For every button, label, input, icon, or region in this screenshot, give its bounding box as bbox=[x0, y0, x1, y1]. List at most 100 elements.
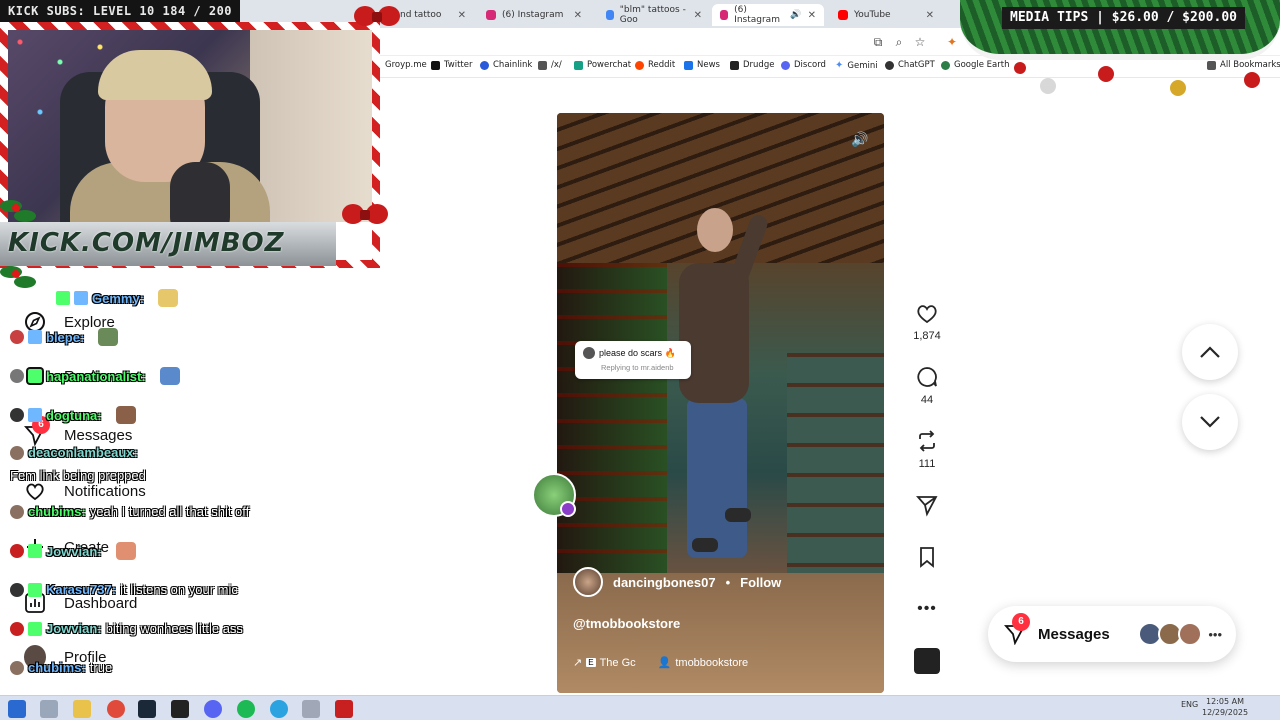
nav-notifications[interactable]: Notifications bbox=[24, 480, 146, 502]
tab-audio-icon[interactable]: 🔊 bbox=[790, 10, 801, 20]
follow-button[interactable]: Follow bbox=[740, 575, 781, 590]
discord-icon[interactable] bbox=[204, 700, 222, 718]
install-app-icon[interactable]: ⧉ bbox=[870, 34, 886, 50]
bookmark-item[interactable]: Drudge bbox=[730, 60, 774, 70]
telegram-icon[interactable] bbox=[270, 700, 288, 718]
bookmark-star-icon[interactable]: ☆ bbox=[912, 34, 928, 50]
chat-message: Karasu737: it listens on your mic bbox=[10, 582, 238, 597]
bookmark-item[interactable]: All Bookmarks bbox=[1207, 60, 1280, 70]
messages-count-badge: 6 bbox=[1012, 613, 1030, 631]
like-action[interactable]: 1,874 bbox=[912, 300, 942, 342]
next-reel-button[interactable] bbox=[1182, 394, 1238, 450]
bookmark-item[interactable]: Powerchat bbox=[574, 60, 631, 70]
youtube-favicon-icon bbox=[838, 10, 848, 20]
chat-emote bbox=[98, 328, 119, 346]
recent-chats: ••• bbox=[1138, 622, 1222, 646]
browser-tab-active[interactable]: (6) Instagram 🔊 ✕ bbox=[712, 4, 824, 26]
chat-username: Karasu737: bbox=[46, 582, 117, 597]
author-username[interactable]: dancingbones07 bbox=[613, 575, 716, 590]
steam-icon[interactable] bbox=[138, 700, 156, 718]
close-tab-icon[interactable]: ✕ bbox=[926, 10, 934, 21]
video-bookshelf bbox=[787, 353, 884, 593]
browser-tab[interactable]: YouTube ✕ bbox=[830, 4, 942, 26]
spotify-icon[interactable] bbox=[237, 700, 255, 718]
audio-title: The Gc bbox=[599, 656, 636, 669]
share-action[interactable] bbox=[912, 492, 942, 518]
send-icon[interactable] bbox=[912, 492, 942, 518]
zoom-icon[interactable]: ⌕ bbox=[891, 34, 907, 50]
verified-badge-icon bbox=[28, 408, 42, 422]
clock-date[interactable]: 12/29/2025 bbox=[1202, 708, 1248, 717]
chainlink-icon bbox=[480, 60, 489, 70]
bookmark-item[interactable]: /x/ bbox=[538, 60, 562, 70]
heart-icon[interactable] bbox=[912, 300, 942, 326]
reel-video[interactable]: 🔊 please do scars 🔥 Replying to mr.aiden… bbox=[557, 113, 884, 693]
audio-link[interactable]: ↗ E The Gc bbox=[573, 656, 636, 670]
bookmark-item[interactable]: ChatGPT bbox=[885, 60, 935, 70]
close-tab-icon[interactable]: ✕ bbox=[458, 10, 466, 21]
tagged-user[interactable]: 👤 tmobbookstore bbox=[658, 656, 749, 670]
sub-badge-icon bbox=[28, 582, 42, 597]
tagged-username: tmobbookstore bbox=[675, 656, 749, 669]
repost-action[interactable]: 111 bbox=[912, 428, 942, 470]
app-icon[interactable] bbox=[302, 700, 320, 718]
reply-comment-text: please do scars 🔥 bbox=[599, 347, 676, 358]
verified-badge-icon bbox=[74, 291, 88, 305]
chat-username: chubims: bbox=[28, 504, 86, 519]
bookmark-item[interactable]: ✦ Gemini bbox=[835, 60, 878, 71]
more-icon: ••• bbox=[1208, 626, 1222, 642]
bookmark-label: News bbox=[697, 60, 720, 70]
bookmark-item[interactable]: Reddit bbox=[635, 60, 675, 70]
audio-thumbnail-icon[interactable] bbox=[914, 648, 940, 674]
close-tab-icon[interactable]: ✕ bbox=[808, 10, 816, 21]
bookmark-item[interactable]: Chainlink bbox=[480, 60, 532, 70]
terminal-icon[interactable] bbox=[171, 700, 189, 718]
bookmark-item[interactable]: Groyp.me bbox=[385, 60, 427, 70]
language-indicator[interactable]: ENG bbox=[1181, 700, 1198, 709]
ornament-icon bbox=[1170, 80, 1186, 96]
close-tab-icon[interactable]: ✕ bbox=[574, 10, 582, 21]
previous-reel-button[interactable] bbox=[1182, 324, 1238, 380]
comment-action[interactable]: 44 bbox=[912, 364, 942, 406]
tab-label: YouTube bbox=[854, 10, 891, 20]
browser-tab[interactable]: "blm" tattoos - Goo ✕ bbox=[598, 4, 710, 26]
audio-thumbnail[interactable] bbox=[912, 648, 942, 674]
commenter-avatar bbox=[583, 347, 595, 359]
channel-banner: KICK.COM/JIMBOZ bbox=[0, 222, 336, 266]
comment-icon[interactable] bbox=[912, 364, 942, 390]
file-explorer-icon[interactable] bbox=[73, 700, 91, 718]
obs-icon[interactable] bbox=[335, 700, 353, 718]
chrome-icon[interactable] bbox=[107, 700, 125, 718]
author-avatar[interactable] bbox=[573, 567, 603, 597]
bookmark-item[interactable]: News bbox=[684, 60, 720, 70]
windows-start-icon[interactable] bbox=[8, 700, 26, 718]
bookmark-item[interactable]: Google Earth bbox=[941, 60, 1009, 70]
chat-text: Fem link being prepped bbox=[10, 468, 146, 483]
gemini-icon: ✦ bbox=[835, 60, 844, 71]
repost-icon[interactable] bbox=[912, 428, 942, 454]
video-person-shoe bbox=[725, 508, 751, 522]
save-action[interactable] bbox=[912, 544, 942, 570]
task-view-icon[interactable] bbox=[40, 700, 58, 718]
bookmark-item[interactable]: Twitter bbox=[431, 60, 473, 70]
clock-time[interactable]: 12:05 AM bbox=[1206, 697, 1244, 706]
chatgpt-icon bbox=[885, 60, 894, 70]
tab-label: (6) Instagram bbox=[502, 10, 564, 20]
reel-caption[interactable]: @tmobbookstore bbox=[573, 616, 680, 631]
more-action[interactable]: ••• bbox=[912, 596, 942, 622]
chat-username: dogtuna: bbox=[46, 407, 102, 423]
browser-tab[interactable]: (6) Instagram ✕ bbox=[478, 4, 590, 26]
close-tab-icon[interactable]: ✕ bbox=[694, 10, 702, 21]
messages-pill[interactable]: 6 Messages ••• bbox=[988, 606, 1236, 662]
ornament-icon bbox=[1244, 72, 1260, 88]
browser-tab[interactable]: nd tattoo ✕ bbox=[392, 4, 474, 26]
volume-icon[interactable]: 🔊 bbox=[848, 127, 872, 151]
google-favicon-icon bbox=[606, 10, 614, 20]
more-options-icon[interactable]: ••• bbox=[912, 596, 942, 622]
nav-messages[interactable]: 6 Messages bbox=[24, 416, 132, 446]
bookmark-item[interactable]: Discord bbox=[781, 60, 826, 70]
chat-text: biting wonhees little ass bbox=[105, 621, 243, 636]
bookmark-icon[interactable] bbox=[912, 544, 942, 570]
extension-icon[interactable]: ✦ bbox=[944, 34, 960, 50]
separator-dot: • bbox=[725, 574, 731, 590]
